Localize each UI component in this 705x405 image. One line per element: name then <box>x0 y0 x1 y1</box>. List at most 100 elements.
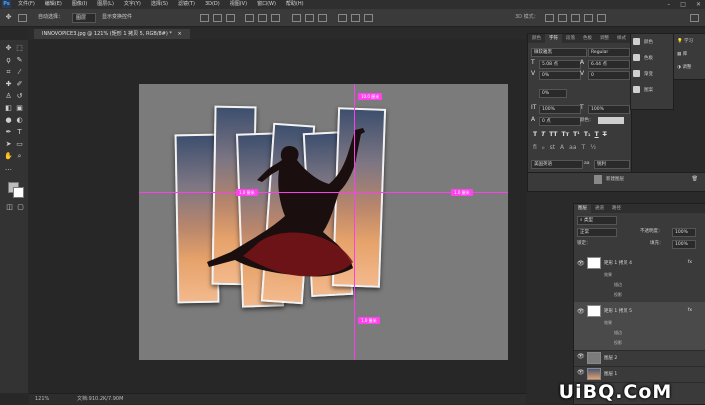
swash-button[interactable]: ℴ <box>542 144 545 151</box>
effect-stroke[interactable]: 描边 <box>614 282 622 288</box>
menu-edit[interactable]: 编辑(E) <box>45 0 62 9</box>
move-icon[interactable]: ✥ <box>4 44 13 53</box>
tab-swatches[interactable]: 色板 <box>579 34 596 43</box>
menu-help[interactable]: 帮助(H) <box>286 0 304 9</box>
dodge-icon[interactable]: ◐ <box>15 116 24 125</box>
tab-paragraph[interactable]: 段落 <box>562 34 579 43</box>
tab-character[interactable]: 字符 <box>545 34 562 43</box>
rectangle-icon[interactable]: ▭ <box>15 140 24 149</box>
auto-select-checkbox-label[interactable]: 自动选择： <box>38 13 63 21</box>
healing-icon[interactable]: ✚ <box>4 80 13 89</box>
leading-field[interactable]: 6.44 点 <box>588 60 630 69</box>
eye-icon[interactable]: 👁 <box>577 260 585 267</box>
fill-field[interactable]: 100% <box>672 240 696 249</box>
superscript-button[interactable]: T¹ <box>573 131 580 138</box>
strikethrough-button[interactable]: T <box>603 131 607 138</box>
layer-row[interactable]: 👁 矩形 1 拷贝 4 fx 效果 描边 投影 <box>574 254 705 303</box>
eye-icon[interactable]: 👁 <box>577 369 585 376</box>
3d-pan-icon[interactable] <box>571 14 580 22</box>
baseline-shift-field[interactable]: 0 点 <box>539 117 581 126</box>
3d-roll-icon[interactable] <box>558 14 567 22</box>
document-info[interactable]: 文档:910.2K/7.90M <box>77 395 123 403</box>
layer-name[interactable]: 图层 1 <box>604 371 617 377</box>
maximize-button[interactable]: □ <box>680 0 686 9</box>
learn-item[interactable]: 💡 学习 <box>677 37 693 47</box>
tab-styles[interactable]: 样式 <box>613 34 630 43</box>
blend-mode-select[interactable]: 正常 <box>577 228 617 237</box>
menu-layer[interactable]: 图层(L) <box>97 0 114 9</box>
text-color-swatch[interactable] <box>598 117 624 124</box>
close-button[interactable]: ✕ <box>696 0 701 9</box>
history-item[interactable]: 新建图层 <box>606 176 624 184</box>
tab-adjustments[interactable]: 调整 <box>596 34 613 43</box>
eraser-icon[interactable]: ◧ <box>4 104 13 113</box>
history-brush-icon[interactable]: ↺ <box>15 92 24 101</box>
menu-type[interactable]: 文字(Y) <box>124 0 141 9</box>
eyedropper-icon[interactable]: ⁄ <box>15 68 24 77</box>
distribute-icon-5[interactable] <box>351 14 360 22</box>
effect-drop-shadow[interactable]: 投影 <box>614 292 622 298</box>
path-select-icon[interactable]: ➤ <box>4 140 13 149</box>
crop-icon[interactable]: ⌗ <box>4 68 13 77</box>
marquee-icon[interactable]: ⬚ <box>15 44 24 53</box>
layer-name[interactable]: 图层 2 <box>604 355 617 361</box>
menu-image[interactable]: 图像(I) <box>72 0 87 9</box>
titling-button[interactable]: aa <box>569 144 576 151</box>
align-top-icon[interactable] <box>245 14 254 22</box>
fx-icon[interactable]: fx <box>688 260 692 265</box>
vertical-scale-field[interactable]: 100% <box>539 105 581 114</box>
3d-rotate-icon[interactable] <box>545 14 554 22</box>
color-swatches[interactable] <box>8 182 24 198</box>
language-select[interactable]: 美国英语 <box>531 160 583 169</box>
tab-color[interactable]: 颜色 <box>528 34 545 43</box>
layer-row[interactable]: 👁 图层 2 <box>574 350 705 367</box>
menu-filter[interactable]: 滤镜(T) <box>178 0 195 9</box>
hand-icon[interactable]: ✋ <box>4 152 13 161</box>
zoom-icon[interactable]: ⌕ <box>15 152 24 161</box>
quick-mask-icon[interactable]: ◫ <box>5 203 14 212</box>
align-bottom-icon[interactable] <box>271 14 280 22</box>
move-icon[interactable]: ✥ <box>4 13 13 22</box>
quick-panel-patterns[interactable]: 图案 <box>633 85 653 97</box>
antialias-select[interactable]: 锐利 <box>594 160 630 169</box>
ligature-button[interactable]: fi <box>533 144 537 151</box>
font-style-select[interactable]: Regular <box>588 48 630 57</box>
libraries-item[interactable]: ▦ 库 <box>677 50 687 60</box>
3d-scale-icon[interactable] <box>597 14 606 22</box>
minimize-button[interactable]: – <box>667 0 670 9</box>
stamp-icon[interactable]: ♙ <box>4 92 13 101</box>
effect-drop-shadow[interactable]: 投影 <box>614 340 622 346</box>
layer-row-selected[interactable]: 👁 矩形 1 拷贝 5 fx 效果 描边 投影 <box>574 302 705 351</box>
align-center-icon[interactable] <box>213 14 222 22</box>
screen-mode-icon[interactable]: ▢ <box>16 203 25 212</box>
more-tools-icon[interactable]: … <box>4 164 13 173</box>
fraction-button[interactable]: T <box>582 144 586 151</box>
menu-file[interactable]: 文件(F) <box>18 0 35 9</box>
distribute-icon[interactable] <box>292 14 301 22</box>
close-icon[interactable]: × <box>178 31 182 37</box>
document-canvas[interactable]: 10.0 厘米 1.0 厘米 1.0 厘米 1.0 厘米 <box>139 84 508 360</box>
workspace-icon[interactable] <box>690 14 699 22</box>
distribute-icon-2[interactable] <box>305 14 314 22</box>
scale-field-a[interactable]: 0% <box>539 89 567 98</box>
tracking-field[interactable]: 0 <box>588 71 630 80</box>
underline-button[interactable]: T <box>595 131 599 138</box>
auto-select-dropdown[interactable]: 图层 <box>72 13 96 23</box>
menu-view[interactable]: 视图(V) <box>230 0 247 9</box>
background-color-swatch[interactable] <box>13 187 24 198</box>
font-family-select[interactable]: 微软雅黑 <box>531 48 587 57</box>
menu-select[interactable]: 选择(S) <box>151 0 168 9</box>
eye-icon[interactable]: 👁 <box>577 308 585 315</box>
layer-filter-select[interactable]: ⌕ 类型 <box>577 216 617 225</box>
blur-icon[interactable]: ● <box>4 116 13 125</box>
tool-preset-icon[interactable] <box>18 14 27 22</box>
adjustments-item[interactable]: ◑ 调整 <box>677 63 691 73</box>
align-middle-icon[interactable] <box>258 14 267 22</box>
faux-italic-button[interactable]: T <box>541 131 545 138</box>
gradient-icon[interactable]: ▣ <box>15 104 24 113</box>
horizontal-scale-field[interactable]: 100% <box>588 105 630 114</box>
layer-name[interactable]: 矩形 1 拷贝 5 <box>604 308 632 314</box>
type-icon[interactable]: T <box>15 128 24 137</box>
align-left-icon[interactable] <box>200 14 209 22</box>
brush-icon[interactable]: ✐ <box>15 80 24 89</box>
